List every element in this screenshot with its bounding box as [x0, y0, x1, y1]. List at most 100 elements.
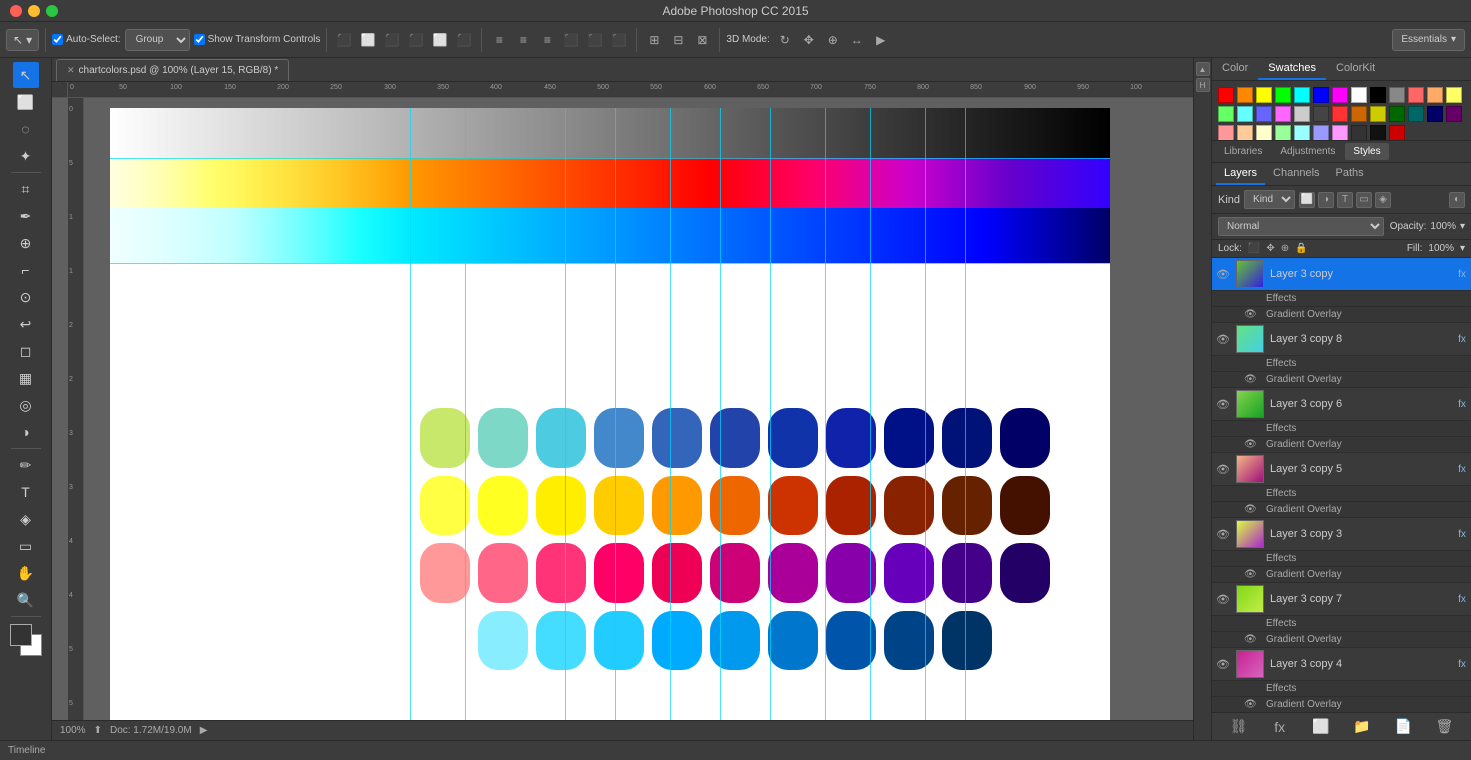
swatch-item[interactable] [1389, 125, 1405, 141]
layer-item[interactable]: 👁Layer 3 copy 3fx [1212, 518, 1471, 551]
filter-toggle-icon[interactable]: ◐ [1449, 192, 1465, 208]
layer-sub-item[interactable]: 👁Gradient Overlay [1212, 632, 1471, 648]
swatch-item[interactable] [1332, 125, 1348, 141]
swatch-item[interactable] [1332, 106, 1348, 122]
swatch-item[interactable] [1427, 87, 1443, 103]
auto-select-checkbox[interactable] [52, 34, 63, 45]
gradient-tool-button[interactable]: ▦ [13, 365, 39, 391]
layer-visibility-toggle[interactable]: 👁 [1212, 518, 1234, 550]
layer-fx-button[interactable]: fx [1453, 258, 1471, 290]
swatch-item[interactable] [1218, 87, 1234, 103]
marquee-tool-button[interactable]: ⬜ [13, 89, 39, 115]
swatch-item[interactable] [1218, 125, 1234, 141]
layer-fx-button[interactable]: fx [1453, 648, 1471, 680]
add-fx-button[interactable]: fx [1269, 716, 1291, 738]
layer-fx-button[interactable]: fx [1453, 388, 1471, 420]
tab-adjustments[interactable]: Adjustments [1272, 143, 1343, 160]
tab-styles[interactable]: Styles [1345, 143, 1388, 160]
swatch-item[interactable] [1446, 106, 1462, 122]
swatch-item[interactable] [1294, 106, 1310, 122]
swatch-item[interactable] [1332, 87, 1348, 103]
shape-tool-button[interactable]: ▭ [13, 533, 39, 559]
dist-h-icon[interactable]: ⬛ [584, 29, 606, 51]
align-right-icon[interactable]: ⬛ [381, 29, 403, 51]
lock-move-icon[interactable]: ✥ [1266, 243, 1274, 254]
tab-channels[interactable]: Channels [1265, 163, 1327, 185]
swatch-item[interactable] [1408, 87, 1424, 103]
dist-bottom-icon[interactable]: ≡ [536, 29, 558, 51]
swatch-item[interactable] [1256, 106, 1272, 122]
dodge-tool-button[interactable]: ◑ [13, 419, 39, 445]
blur-tool-button[interactable]: ◎ [13, 392, 39, 418]
path-select-button[interactable]: ◈ [13, 506, 39, 532]
swatch-item[interactable] [1237, 87, 1253, 103]
zoom-tool-button[interactable]: 🔍 [13, 587, 39, 613]
layer-sub-item[interactable]: 👁Gradient Overlay [1212, 307, 1471, 323]
layer-sub-item[interactable]: Effects [1212, 356, 1471, 372]
3d-rotate-icon[interactable]: ↻ [774, 29, 796, 51]
swatch-item[interactable] [1275, 106, 1291, 122]
pen-tool-button[interactable]: ✏ [13, 452, 39, 478]
layer-visibility-toggle[interactable]: 👁 [1212, 258, 1234, 290]
layer-fx-button[interactable]: fx [1453, 583, 1471, 615]
arrange-icon[interactable]: ⊞ [643, 29, 665, 51]
side-btn-1[interactable]: ▲ [1196, 62, 1210, 76]
tab-color[interactable]: Color [1212, 58, 1258, 80]
swatch-item[interactable] [1294, 125, 1310, 141]
filter-smart-icon[interactable]: ◈ [1375, 192, 1391, 208]
show-transform-toggle[interactable]: Show Transform Controls [194, 34, 321, 45]
link-layers-button[interactable]: ⛓ [1228, 716, 1250, 738]
swatch-item[interactable] [1389, 87, 1405, 103]
filter-shape-icon[interactable]: ▭ [1356, 192, 1372, 208]
layer-sub-item[interactable]: Effects [1212, 616, 1471, 632]
canvas-scroll-area[interactable]: 0 5 1 1 2 2 3 3 4 4 5 5 [68, 98, 1193, 720]
lock-checkerboard-icon[interactable]: ⬛ [1248, 243, 1260, 254]
swatch-item[interactable] [1256, 87, 1272, 103]
dist-top-icon[interactable]: ≡ [488, 29, 510, 51]
dist-right-icon[interactable]: ⬛ [608, 29, 630, 51]
swatch-item[interactable] [1313, 106, 1329, 122]
layer-sub-item[interactable]: 👁Gradient Overlay [1212, 697, 1471, 712]
move-tool-button[interactable]: ↖ ▾ [6, 29, 39, 51]
fill-arrow-icon[interactable]: ▾ [1460, 243, 1465, 254]
add-mask-button[interactable]: ⬜ [1310, 716, 1332, 738]
swatch-item[interactable] [1370, 125, 1386, 141]
filter-adjust-icon[interactable]: ◑ [1318, 192, 1334, 208]
filter-pixel-icon[interactable]: ⬜ [1299, 192, 1315, 208]
layer-sub-item[interactable]: Effects [1212, 551, 1471, 567]
align-left-icon[interactable]: ⬛ [333, 29, 355, 51]
heal-tool-button[interactable]: ⊕ [13, 230, 39, 256]
hand-tool-button[interactable]: ✋ [13, 560, 39, 586]
transform-checkbox[interactable] [194, 34, 205, 45]
foreground-color-swatch[interactable] [10, 624, 32, 646]
layer-item[interactable]: 👁Layer 3 copy 4fx [1212, 648, 1471, 681]
layer-item[interactable]: 👁Layer 3 copy 6fx [1212, 388, 1471, 421]
layer-visibility-toggle[interactable]: 👁 [1212, 648, 1234, 680]
new-layer-button[interactable]: 📄 [1392, 716, 1414, 738]
new-group-button[interactable]: 📁 [1351, 716, 1373, 738]
swatch-item[interactable] [1256, 125, 1272, 141]
swatch-item[interactable] [1275, 87, 1291, 103]
dist-v-icon[interactable]: ≡ [512, 29, 534, 51]
auto-select-dropdown[interactable]: Group [125, 29, 190, 51]
dist-left-icon[interactable]: ⬛ [560, 29, 582, 51]
maximize-button[interactable] [46, 5, 58, 17]
swatch-item[interactable] [1351, 106, 1367, 122]
align-center-h-icon[interactable]: ⬜ [357, 29, 379, 51]
text-tool-button[interactable]: T [13, 479, 39, 505]
layer-sub-item[interactable]: Effects [1212, 291, 1471, 307]
layer-sub-item[interactable]: Effects [1212, 486, 1471, 502]
align-bottom-icon[interactable]: ⬛ [453, 29, 475, 51]
3d-more-icon[interactable]: ▶ [870, 29, 892, 51]
layer-visibility-toggle[interactable]: 👁 [1212, 453, 1234, 485]
minimize-button[interactable] [28, 5, 40, 17]
tab-layers[interactable]: Layers [1216, 163, 1265, 185]
layer-sub-item[interactable]: 👁Gradient Overlay [1212, 372, 1471, 388]
align-top-icon[interactable]: ⬛ [405, 29, 427, 51]
layer-fx-button[interactable]: fx [1453, 453, 1471, 485]
layer-sub-item[interactable]: 👁Gradient Overlay [1212, 437, 1471, 453]
tab-swatches[interactable]: Swatches [1258, 58, 1326, 80]
opacity-arrow-icon[interactable]: ▾ [1460, 221, 1465, 232]
lock-all-icon[interactable]: 🔒 [1295, 243, 1307, 254]
crop-tool-button[interactable]: ⌗ [13, 176, 39, 202]
